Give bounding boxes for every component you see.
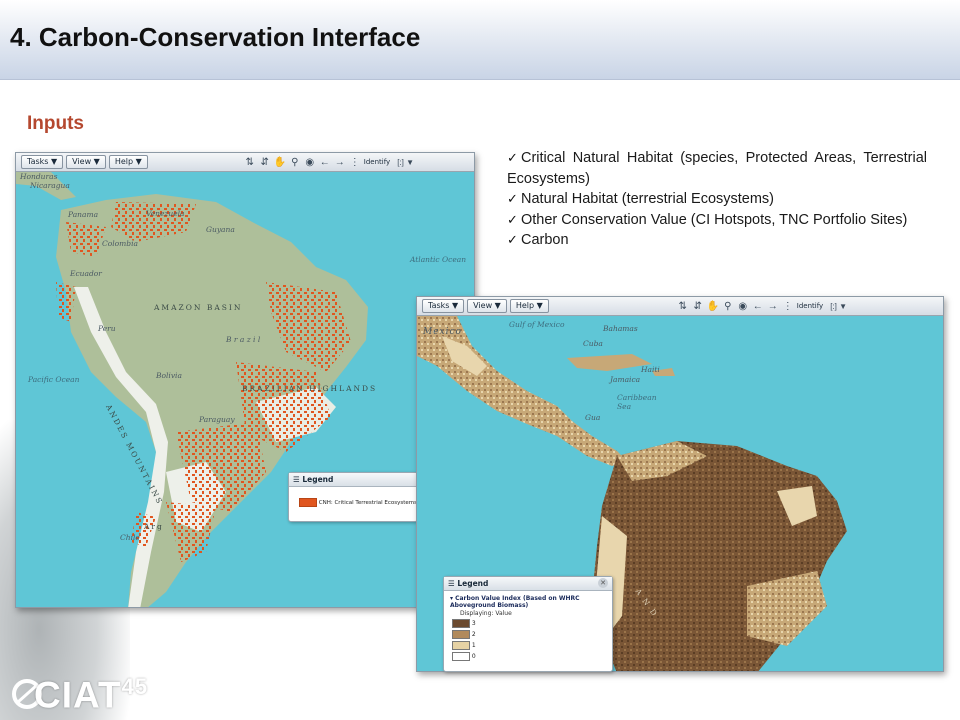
list-item: ✓ Critical Natural Habitat (species, Prot… <box>507 150 927 187</box>
legend-class-row: 1 <box>444 640 612 651</box>
label-atlantic-ocean: Atlantic Ocean <box>410 255 467 264</box>
forward-arrow-icon[interactable]: → <box>767 300 779 313</box>
selection-dropdown[interactable]: [:] ▼ <box>397 158 414 167</box>
label-brazil: B r a z i l <box>226 335 261 344</box>
checkmark-icon: ✓ <box>507 211 518 227</box>
checkmark-icon: ✓ <box>507 150 518 165</box>
back-arrow-icon[interactable]: ← <box>752 300 764 313</box>
label-guatemala: Gua <box>585 413 601 422</box>
help-menu-button[interactable]: Help ▼ <box>509 299 549 313</box>
legend-panel-carbon[interactable]: ☰ Legend ✕ ▾ Carbon Value Index (Based o… <box>443 576 613 672</box>
forward-arrow-icon[interactable]: → <box>334 156 346 169</box>
label-jamaica: Jamaica <box>610 375 641 384</box>
close-icon[interactable]: ✕ <box>598 578 608 588</box>
label-gulf-of-mexico: Gulf of Mexico <box>509 320 565 329</box>
checkmark-icon: ✓ <box>507 191 518 206</box>
tasks-menu-button[interactable]: Tasks ▼ <box>422 299 465 313</box>
view-menu-button[interactable]: View ▼ <box>467 299 507 313</box>
label-colombia: Colombia <box>102 239 138 248</box>
label-cuba: Cuba <box>583 339 603 348</box>
legend-header[interactable]: ☰ Legend <box>444 577 612 591</box>
label-caribbean-sea: Caribbean Sea <box>617 393 657 411</box>
legend-panel-habitat[interactable]: ☰ Legend CNH: Critical Terrestrial Ecosy… <box>288 472 418 522</box>
label-bolivia: Bolivia <box>156 371 182 380</box>
identify-icon[interactable]: ⋮ <box>349 156 361 169</box>
legend-displaying: Displaying: Value <box>460 610 512 617</box>
input-list: ✓ Critical Natural Habitat (species, Prot… <box>507 148 927 251</box>
help-menu-button[interactable]: Help ▼ <box>108 155 148 169</box>
label-pacific-ocean: Pacific Ocean <box>28 375 80 384</box>
label-brazilian-highlands: BRAZILIAN HIGHLANDS <box>242 384 378 393</box>
legend-swatch <box>452 652 470 661</box>
legend-class-row: 0 <box>444 651 612 662</box>
identify-button[interactable]: Identify <box>364 158 390 166</box>
zoom-in-icon[interactable]: ⇅ <box>677 300 689 313</box>
section-heading: Inputs <box>27 113 84 134</box>
slide-title: 4. Carbon-Conservation Interface <box>10 22 421 52</box>
label-nicaragua: Nicaragua <box>30 181 70 190</box>
legend-entry-label: CNH: Critical Terrestrial Ecosystems <box>318 500 417 506</box>
legend-class-row: 3 <box>444 618 612 629</box>
label-panama: Panama <box>68 210 99 219</box>
list-item: ✓ Carbon <box>507 230 927 251</box>
map-toolbar: Tasks ▼ View ▼ Help ▼ ⇅ ⇵ ✋ ⚲ ◉ ← → ⋮ Id… <box>16 153 474 172</box>
zoom-out-icon[interactable]: ⇵ <box>692 300 704 313</box>
pan-hand-icon[interactable]: ✋ <box>707 300 719 313</box>
legend-swatch <box>452 641 470 650</box>
identify-button[interactable]: Identify <box>797 302 823 310</box>
label-chile: Chile <box>120 533 140 542</box>
zoom-out-icon[interactable]: ⇵ <box>259 156 271 169</box>
list-icon: ☰ <box>293 475 300 484</box>
label-amazon-basin: AMAZON BASIN <box>154 303 243 312</box>
selection-dropdown[interactable]: [:] ▼ <box>830 302 847 311</box>
legend-swatch <box>452 630 470 639</box>
pan-hand-icon[interactable]: ✋ <box>274 156 286 169</box>
label-haiti: Haiti <box>641 365 660 374</box>
list-item: ✓ Natural Habitat (terrestrial Ecosystems… <box>507 189 927 210</box>
list-item: ✓ Other Conservation Value (CI Hotspots, … <box>507 210 927 231</box>
collapse-icon[interactable]: ▾ <box>450 595 453 602</box>
view-menu-button[interactable]: View ▼ <box>66 155 106 169</box>
magnifier-icon[interactable]: ⚲ <box>289 156 301 169</box>
logo-text: CIAT45 <box>34 674 149 716</box>
identify-icon[interactable]: ⋮ <box>782 300 794 313</box>
legend-class-row: 2 <box>444 629 612 640</box>
legend-layer-name: ▾ Carbon Value Index (Based on WHRC Abov… <box>450 595 580 609</box>
label-honduras: Honduras <box>20 172 58 181</box>
map-window-habitat[interactable]: Tasks ▼ View ▼ Help ▼ ⇅ ⇵ ✋ ⚲ ◉ ← → ⋮ Id… <box>15 152 475 608</box>
legend-entry: CNH: Critical Terrestrial Ecosystems <box>289 487 417 507</box>
label-bahamas: Bahamas <box>603 324 638 333</box>
list-icon: ☰ <box>448 579 455 588</box>
legend-header[interactable]: ☰ Legend <box>289 473 417 487</box>
label-paraguay: Paraguay <box>199 415 235 424</box>
map-toolbar: Tasks ▼ View ▼ Help ▼ ⇅ ⇵ ✋ ⚲ ◉ ← → ⋮ Id… <box>417 297 943 316</box>
legend-title: Legend <box>302 475 334 484</box>
label-mexico: Mexico <box>423 327 462 337</box>
label-argentina: Arg <box>144 522 164 531</box>
label-peru: Peru <box>98 324 116 333</box>
ciat-logo: CIAT45 <box>12 670 182 716</box>
label-venezuela: Venezuela <box>146 209 185 218</box>
label-guyana: Guyana <box>206 225 235 234</box>
zoom-in-icon[interactable]: ⇅ <box>244 156 256 169</box>
legend-swatch <box>299 498 317 507</box>
legend-title: Legend <box>457 579 489 588</box>
tasks-menu-button[interactable]: Tasks ▼ <box>21 155 64 169</box>
checkmark-icon: ✓ <box>507 232 518 247</box>
label-ecuador: Ecuador <box>70 269 102 278</box>
legend-swatch <box>452 619 470 628</box>
globe-icon[interactable]: ◉ <box>737 300 749 313</box>
globe-icon[interactable]: ◉ <box>304 156 316 169</box>
back-arrow-icon[interactable]: ← <box>319 156 331 169</box>
magnifier-icon[interactable]: ⚲ <box>722 300 734 313</box>
